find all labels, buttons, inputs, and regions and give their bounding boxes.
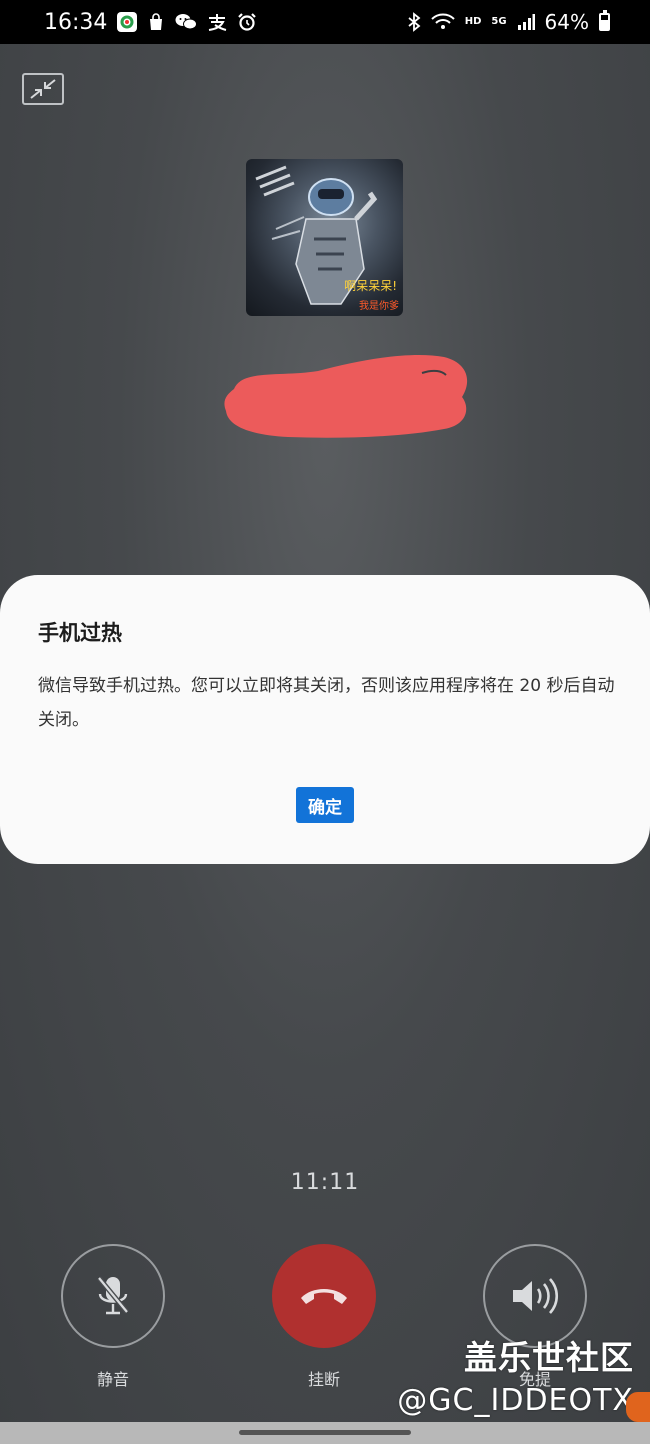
speaker-volume-icon bbox=[513, 1278, 559, 1314]
minimize-arrows-icon bbox=[30, 79, 56, 99]
status-bar: 16:34 HD 5G 64% bbox=[0, 0, 650, 44]
watermark-badge-icon bbox=[626, 1392, 650, 1422]
hangup-label: 挂断 bbox=[307, 1370, 340, 1389]
mute-button[interactable] bbox=[61, 1244, 165, 1348]
microphone-muted-icon bbox=[97, 1276, 129, 1315]
avatar-caption-1: 啊呆呆呆! bbox=[344, 279, 397, 293]
status-left: 16:34 bbox=[44, 10, 257, 35]
battery-icon bbox=[599, 10, 610, 31]
network-hd-label: HD bbox=[464, 16, 482, 27]
alipay-icon bbox=[207, 13, 227, 31]
status-time: 16:34 bbox=[44, 9, 108, 35]
avatar-caption-2: 我是你爹 bbox=[359, 301, 399, 312]
overheat-dialog: 手机过热 微信导致手机过热。您可以立即将其关闭，否则该应用程序将在 20 秒后自… bbox=[0, 575, 650, 864]
ok-button[interactable]: 确定 bbox=[296, 787, 354, 823]
home-gesture-handle[interactable] bbox=[239, 1430, 411, 1435]
bluetooth-icon bbox=[407, 12, 421, 32]
alarm-icon bbox=[237, 12, 257, 32]
battery-percent: 64% bbox=[544, 10, 589, 34]
watermark-handle: @GC_IDDEOTX bbox=[397, 1383, 634, 1418]
dialog-title: 手机过热 bbox=[38, 621, 122, 645]
watermark-community: 盖乐世社区 bbox=[464, 1338, 634, 1377]
gesture-nav-bar bbox=[0, 1422, 650, 1444]
minimize-call-button[interactable] bbox=[22, 73, 64, 105]
signal-icon bbox=[517, 14, 535, 30]
dialog-message: 微信导致手机过热。您可以立即将其关闭，否则该应用程序将在 20 秒后自动关闭。 bbox=[38, 676, 615, 730]
caller-avatar: 啊呆呆呆! 我是你爹 bbox=[246, 159, 403, 316]
phone-hangup-icon bbox=[301, 1289, 347, 1304]
app-store-icon bbox=[117, 12, 138, 32]
network-5g-label: 5G bbox=[491, 16, 507, 27]
hangup-button[interactable] bbox=[272, 1244, 376, 1348]
mute-label: 静音 bbox=[96, 1370, 129, 1389]
wifi-icon bbox=[430, 13, 455, 31]
wechat-icon bbox=[175, 13, 198, 31]
shopping-bag-icon bbox=[147, 13, 165, 31]
call-timer: 11:11 bbox=[290, 1170, 360, 1195]
status-right: HD 5G 64% bbox=[407, 10, 610, 34]
redacted-caller-name bbox=[224, 354, 468, 438]
